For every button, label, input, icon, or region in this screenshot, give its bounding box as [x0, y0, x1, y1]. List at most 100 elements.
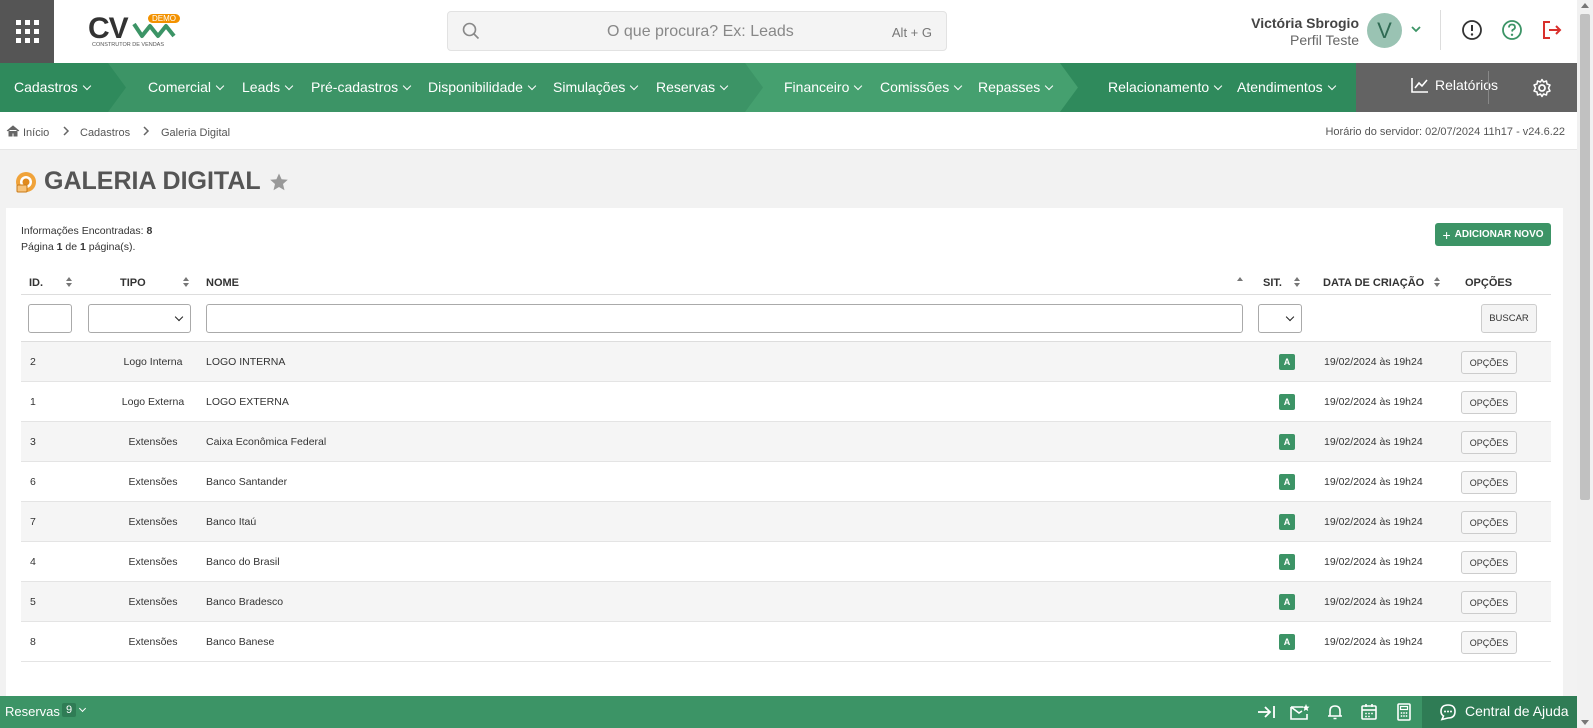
- status-badge: A: [1279, 594, 1295, 610]
- scroll-up-icon[interactable]: [1581, 3, 1589, 8]
- cell-tipo: Extensões: [128, 556, 178, 568]
- table-row[interactable]: 7 Extensões Banco Itaú A 19/02/2024 às 1…: [21, 502, 1551, 542]
- chart-line-icon: [1411, 78, 1428, 93]
- page-suffix: página(s).: [88, 241, 136, 253]
- user-info[interactable]: Victória Sbrogio Perfil Teste: [1251, 15, 1359, 48]
- col-header-sit[interactable]: SIT.: [1263, 277, 1282, 289]
- search-bar[interactable]: O que procura? Ex: Leads Alt + G: [447, 11, 947, 51]
- cell-id: 2: [30, 356, 36, 368]
- footer-reservas-label[interactable]: Reservas: [5, 704, 60, 719]
- sort-asc-icon[interactable]: [1236, 276, 1244, 288]
- filter-nome-input[interactable]: [206, 304, 1243, 333]
- page-of: de: [65, 241, 78, 253]
- options-button[interactable]: OPÇÕES: [1461, 511, 1517, 534]
- scrollbar[interactable]: [1577, 0, 1593, 728]
- col-header-data[interactable]: DATA DE CRIAÇÃO: [1323, 277, 1424, 289]
- cell-nome: LOGO INTERNA: [206, 356, 286, 368]
- footer-bar: Reservas 9 Central de Ajuda: [0, 696, 1577, 728]
- cell-data: 19/02/2024 às 19h24: [1324, 596, 1423, 608]
- mail-star-icon[interactable]: [1289, 703, 1311, 721]
- status-badge: A: [1279, 634, 1295, 650]
- chevron-down-icon[interactable]: [78, 704, 87, 713]
- options-button[interactable]: OPÇÕES: [1461, 591, 1517, 614]
- grid-icon: [15, 20, 39, 43]
- col-header-tipo[interactable]: TIPO: [120, 277, 146, 289]
- options-button[interactable]: OPÇÕES: [1461, 351, 1517, 374]
- cell-data: 19/02/2024 às 19h24: [1324, 476, 1423, 488]
- cell-data: 19/02/2024 às 19h24: [1324, 556, 1423, 568]
- table-row[interactable]: 1 Logo Externa LOGO EXTERNA A 19/02/2024…: [21, 382, 1551, 422]
- nav-item-leads[interactable]: Leads: [242, 79, 294, 95]
- logo-subtitle: CONSTRUTOR DE VENDAS: [92, 42, 165, 48]
- nav-item-relacionamento[interactable]: Relacionamento: [1108, 79, 1223, 95]
- options-button[interactable]: OPÇÕES: [1461, 471, 1517, 494]
- options-button[interactable]: OPÇÕES: [1461, 391, 1517, 414]
- filter-tipo-select[interactable]: [88, 304, 191, 333]
- help-icon[interactable]: [1501, 19, 1523, 41]
- options-button[interactable]: OPÇÕES: [1461, 631, 1517, 654]
- info-icon[interactable]: [1461, 19, 1483, 41]
- cell-id: 4: [30, 556, 36, 568]
- page-label: Página: [21, 241, 54, 253]
- star-icon[interactable]: [269, 172, 289, 192]
- nav-item-relatorios[interactable]: Relatórios: [1411, 77, 1498, 93]
- nav-item-repasses[interactable]: Repasses: [978, 79, 1054, 95]
- nav-item-cadastros[interactable]: Cadastros: [14, 79, 92, 95]
- nav-item-financeiro[interactable]: Financeiro: [784, 79, 863, 95]
- gear-icon[interactable]: [1532, 78, 1552, 98]
- table-row[interactable]: 8 Extensões Banco Banese A 19/02/2024 às…: [21, 622, 1551, 662]
- nav-item-comissoes[interactable]: Comissões: [880, 79, 963, 95]
- nav-item-disponibilidade[interactable]: Disponibilidade: [428, 79, 537, 95]
- top-header: CV DEMO CONSTRUTOR DE VENDAS O que procu…: [0, 0, 1577, 63]
- breadcrumb-current: Galeria Digital: [161, 127, 231, 139]
- cell-id: 1: [30, 396, 36, 408]
- nav-item-reservas[interactable]: Reservas: [656, 79, 729, 95]
- avatar[interactable]: V: [1367, 13, 1402, 48]
- cell-id: 5: [30, 596, 36, 608]
- collapse-right-icon[interactable]: [1256, 703, 1276, 721]
- status-badge: A: [1279, 474, 1295, 490]
- nav-item-atendimentos[interactable]: Atendimentos: [1237, 79, 1336, 95]
- help-center-button[interactable]: Central de Ajuda: [1422, 696, 1577, 728]
- add-new-button[interactable]: + ADICIONAR NOVO: [1435, 223, 1551, 246]
- filter-id-input[interactable]: [28, 304, 72, 333]
- col-header-opcoes: OPÇÕES: [1465, 277, 1513, 289]
- table-row[interactable]: 6 Extensões Banco Santander A 19/02/2024…: [21, 462, 1551, 502]
- divider: [1440, 10, 1441, 50]
- bell-icon[interactable]: [1326, 703, 1344, 721]
- apps-menu-button[interactable]: [0, 0, 54, 63]
- search-button[interactable]: BUSCAR: [1481, 304, 1537, 333]
- table-row[interactable]: 2 Logo Interna LOGO INTERNA A 19/02/2024…: [21, 342, 1551, 382]
- cell-nome: Banco Santander: [206, 476, 288, 488]
- sort-icon[interactable]: [1293, 276, 1301, 288]
- breadcrumb-home[interactable]: Início: [23, 127, 49, 139]
- calendar-icon[interactable]: [1360, 703, 1378, 721]
- col-header-nome[interactable]: NOME: [206, 277, 239, 289]
- cell-nome: Banco Banese: [206, 636, 275, 648]
- page-current: 1: [56, 241, 63, 253]
- options-button[interactable]: OPÇÕES: [1461, 551, 1517, 574]
- nav-item-simulacoes[interactable]: Simulações: [553, 79, 639, 95]
- nav-item-comercial[interactable]: Comercial: [148, 79, 225, 95]
- page-total: 1: [80, 241, 86, 253]
- sort-icon[interactable]: [182, 276, 190, 288]
- options-button[interactable]: OPÇÕES: [1461, 431, 1517, 454]
- table-row[interactable]: 4 Extensões Banco do Brasil A 19/02/2024…: [21, 542, 1551, 582]
- scroll-down-icon[interactable]: [1581, 720, 1589, 725]
- chevron-down-icon[interactable]: [1410, 24, 1422, 34]
- breadcrumb-cadastros[interactable]: Cadastros: [80, 127, 130, 139]
- table-row[interactable]: 3 Extensões Caixa Econômica Federal A 19…: [21, 422, 1551, 462]
- sort-icon[interactable]: [65, 276, 73, 288]
- logo[interactable]: CV DEMO CONSTRUTOR DE VENDAS: [86, 12, 181, 52]
- scrollbar-thumb[interactable]: [1580, 14, 1590, 500]
- col-header-id[interactable]: ID.: [29, 277, 43, 289]
- filter-sit-select[interactable]: [1258, 304, 1302, 333]
- sort-icon[interactable]: [1433, 276, 1441, 288]
- nav-item-pre-cadastros[interactable]: Pré-cadastros: [311, 79, 412, 95]
- user-profile: Perfil Teste: [1290, 32, 1359, 48]
- cell-data: 19/02/2024 às 19h24: [1324, 436, 1423, 448]
- table-row[interactable]: 5 Extensões Banco Bradesco A 19/02/2024 …: [21, 582, 1551, 622]
- logout-icon[interactable]: [1541, 19, 1563, 41]
- results-label: Informações Encontradas:: [21, 225, 144, 237]
- calculator-icon[interactable]: [1396, 703, 1412, 721]
